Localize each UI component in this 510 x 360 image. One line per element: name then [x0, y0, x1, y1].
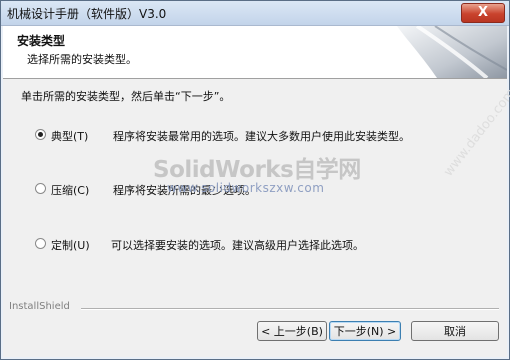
back-button[interactable]: < 上一步(B)	[257, 321, 327, 341]
option-typical-description: 程序将安装最常用的选项。建议大多数用户使用此安装类型。	[113, 130, 410, 143]
page-title: 安装类型	[17, 34, 66, 48]
option-custom-label: 定制(U)	[51, 239, 90, 252]
installer-window: 机械设计手册（软件版）V3.0 X 安装类型 选择所需的安装类型。 单击所需的安…	[0, 0, 510, 360]
close-button[interactable]: X	[461, 3, 505, 23]
watermark-diagonal: www.dadoo.com	[441, 86, 510, 180]
cancel-button[interactable]: 取消	[411, 321, 499, 341]
option-typical-label: 典型(T)	[51, 130, 89, 143]
installshield-brand: InstallShield	[9, 301, 70, 312]
watermark-text: SolidWorks自学网	[153, 157, 361, 183]
option-compact-description: 程序将安装所需的最少选项。	[113, 184, 256, 197]
title-bar[interactable]: 机械设计手册（软件版）V3.0 X	[1, 1, 509, 26]
option-custom-description: 可以选择要安装的选项。建议高级用户选择此选项。	[111, 239, 364, 252]
dialog-body: 安装类型 选择所需的安装类型。 单击所需的安装类型，然后单击“下一步”。 典型(…	[3, 26, 510, 357]
radio-selected-dot	[38, 132, 43, 137]
footer-divider	[81, 308, 499, 310]
radio-compact[interactable]	[35, 183, 46, 194]
header-graphic	[397, 26, 507, 78]
radio-custom[interactable]	[35, 238, 46, 249]
dialog-header: 安装类型 选择所需的安装类型。	[3, 26, 507, 79]
window-title: 机械设计手册（软件版）V3.0	[7, 7, 167, 21]
instruction-text: 单击所需的安装类型，然后单击“下一步”。	[21, 90, 231, 103]
next-button[interactable]: 下一步(N) >	[329, 321, 401, 341]
option-compact-label: 压缩(C)	[51, 184, 90, 197]
page-subtitle: 选择所需的安装类型。	[27, 53, 137, 66]
radio-typical[interactable]	[35, 129, 46, 140]
